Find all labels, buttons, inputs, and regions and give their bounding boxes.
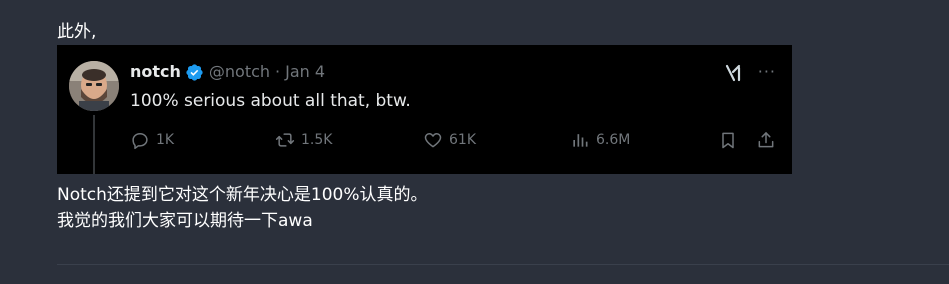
avatar[interactable] [69, 61, 119, 111]
tweet-header: notch @notch · Jan 4 [130, 62, 325, 82]
bookmark-icon [722, 132, 734, 149]
like-icon [424, 133, 442, 148]
embedded-tweet[interactable]: notch @notch · Jan 4 ··· 100% serious ab… [57, 45, 792, 174]
tweet-date[interactable]: Jan 4 [285, 62, 325, 82]
views-count: 6.6M [596, 132, 631, 148]
author-handle[interactable]: @notch [209, 62, 270, 82]
tweet-text: 100% serious about all that, btw. [130, 91, 411, 111]
tweet-actions: 1K 1.5K 61K 6.6M [130, 130, 782, 152]
reply-count: 1K [156, 132, 175, 148]
post-body-line-2: 我觉的我们大家可以期待一下awa [57, 211, 313, 231]
post-body-line-1: Notch还提到它对这个新年决心是100%认真的。 [57, 185, 428, 205]
bookmark-button[interactable] [718, 130, 744, 150]
like-button[interactable]: 61K [423, 130, 476, 150]
retweet-button[interactable]: 1.5K [275, 130, 332, 150]
author-name[interactable]: notch [130, 62, 181, 82]
reply-button[interactable]: 1K [130, 130, 174, 150]
grok-icon[interactable] [724, 63, 744, 83]
reply-icon [132, 133, 148, 150]
retweet-icon [275, 133, 295, 147]
views-icon [573, 134, 588, 147]
post-intro-text: 此外, [57, 22, 97, 42]
like-count: 61K [449, 132, 476, 148]
verified-badge-icon [186, 63, 203, 81]
header-separator: · [275, 62, 281, 81]
share-icon [758, 132, 774, 148]
views-button[interactable]: 6.6M [570, 130, 630, 150]
avatar-image [69, 61, 119, 111]
thread-line [93, 115, 95, 174]
share-button[interactable] [756, 130, 782, 150]
section-divider [57, 264, 949, 265]
more-icon[interactable]: ··· [758, 62, 776, 81]
post-body: Notch还提到它对这个新年决心是100%认真的。 我觉的我们大家可以期待一下a… [57, 182, 428, 234]
retweet-count: 1.5K [301, 132, 333, 148]
